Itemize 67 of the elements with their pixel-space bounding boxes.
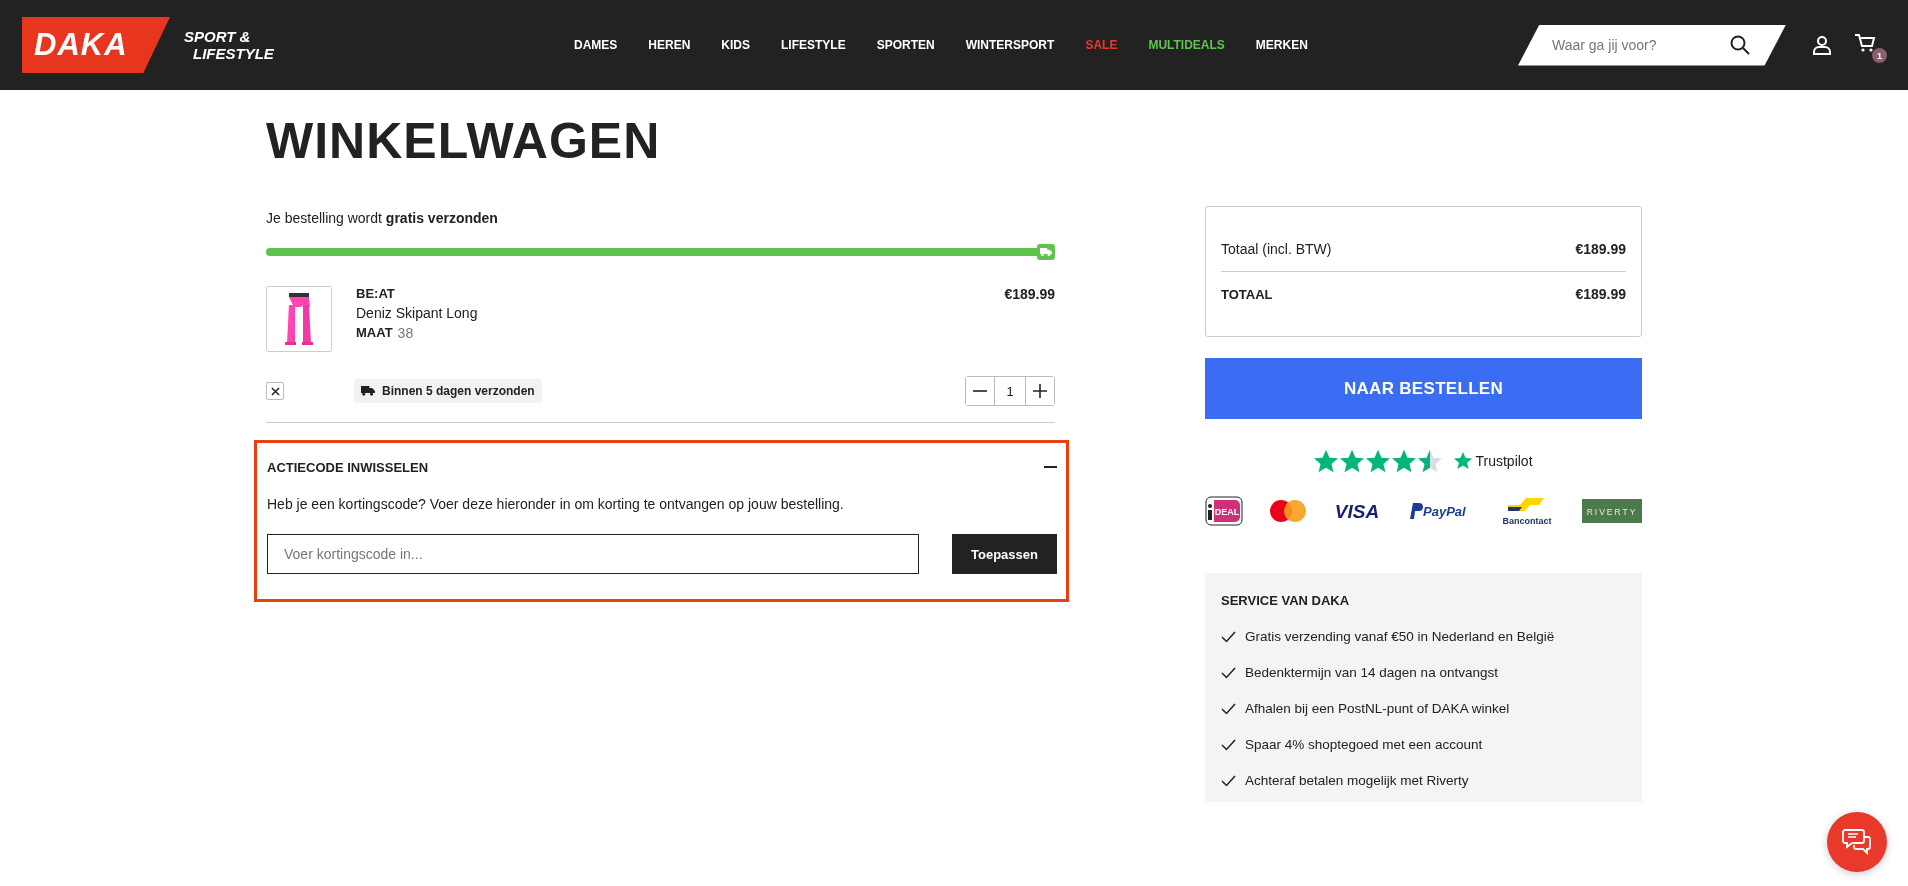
nav-link[interactable]: LIFESTYLE xyxy=(781,38,846,52)
product-name: Deniz Skipant Long xyxy=(356,305,479,321)
check-icon xyxy=(1221,774,1236,787)
filled-star xyxy=(1340,449,1365,473)
size-value: 38 xyxy=(397,325,414,341)
tagline: LIFESTYLE xyxy=(192,45,274,62)
nav-link[interactable]: MERKEN xyxy=(1255,38,1308,52)
cart-icon[interactable] xyxy=(1854,33,1876,53)
check-icon xyxy=(1221,666,1236,679)
check-icon xyxy=(1221,702,1236,715)
search-field[interactable]: Waar ga jij voor? xyxy=(1518,24,1786,66)
search-icon[interactable] xyxy=(1730,34,1750,55)
apply-button[interactable]: Toepassen xyxy=(952,534,1057,574)
promo-description: Heb je een kortingscode? Voer deze hieronder in om korting te ontvangen op jouw bestelling. xyxy=(267,496,845,512)
nav-link[interactable]: WINTERSPORT xyxy=(965,38,1055,52)
service-item: Bedenktermijn van 14 dagen na ontvangst xyxy=(1245,665,1498,680)
product-thumbnail[interactable] xyxy=(266,286,332,352)
chat-button[interactable] xyxy=(1827,812,1887,872)
shipping-message: Je bestelling wordt gratis verzonden xyxy=(266,210,499,226)
user-icon[interactable] xyxy=(1812,35,1832,55)
summary-amount: €189.99 xyxy=(1575,241,1626,257)
nav-link[interactable]: HEREN xyxy=(648,38,691,52)
service-item: Spaar 4% shoptegoed met een account xyxy=(1245,737,1483,752)
nav-link[interactable]: SPORTEN xyxy=(876,38,935,52)
truck-icon xyxy=(361,386,375,396)
paypal-logo: PayPal xyxy=(1407,500,1472,522)
bancontact-logo: Bancontact xyxy=(1497,495,1556,527)
summary-amount: €189.99 xyxy=(1575,286,1626,302)
truck-icon xyxy=(1040,247,1052,257)
close-icon xyxy=(270,386,280,396)
logo[interactable]: DAKA xyxy=(22,17,170,73)
checkout-button[interactable]: NAAR BESTELLEN xyxy=(1205,358,1642,419)
check-icon xyxy=(1221,738,1236,751)
promo-title[interactable]: ACTIECODE INWISSELEN xyxy=(267,459,429,475)
minus-icon xyxy=(973,390,987,392)
trustpilot-label: Trustpilot xyxy=(1475,453,1533,469)
remove-button[interactable] xyxy=(266,382,284,400)
service-item: Afhalen bij een PostNL-punt of DAKA winkel xyxy=(1245,701,1510,716)
star-icon xyxy=(1454,452,1473,470)
size-label: MAAT xyxy=(356,325,393,341)
promo-code-field[interactable]: Voer kortingscode in... xyxy=(267,534,919,574)
tagline: SPORT & xyxy=(184,28,252,45)
chat-icon xyxy=(1842,828,1872,856)
summary-label: Totaal (incl. BTW) xyxy=(1221,241,1332,257)
service-item: Gratis verzending vanaf €50 in Nederland en België xyxy=(1245,629,1555,644)
filled-star xyxy=(1366,449,1391,473)
nav-link[interactable]: DAMES xyxy=(574,38,618,52)
plus-icon xyxy=(1033,384,1047,398)
product-price: €189.99 xyxy=(1004,286,1055,302)
summary-label: TOTAAL xyxy=(1221,286,1273,302)
visa-logo: VISA xyxy=(1333,500,1382,522)
service-title: SERVICE VAN DAKA xyxy=(1221,593,1351,608)
filled-star xyxy=(1392,449,1417,473)
cart-count-badge: 1 xyxy=(1872,48,1887,63)
riverty-logo: RIVERTY xyxy=(1581,499,1642,523)
mastercard-logo xyxy=(1269,499,1308,523)
ideal-logo: DEAL xyxy=(1205,496,1243,526)
product-brand: BE:AT xyxy=(356,286,396,301)
nav-link[interactable]: MULTIDEALS xyxy=(1148,38,1225,52)
service-item: Achteraf betalen mogelijk met Riverty xyxy=(1245,773,1469,788)
delivery-text: Binnen 5 dagen verzonden xyxy=(382,384,535,398)
nav-link[interactable]: KIDS xyxy=(721,38,750,52)
page-title: WINKELWAGEN xyxy=(266,112,662,170)
filled-star xyxy=(1418,449,1443,473)
filled-star xyxy=(1314,449,1339,473)
nav-link[interactable]: SALE xyxy=(1085,38,1118,52)
check-icon xyxy=(1221,630,1236,643)
